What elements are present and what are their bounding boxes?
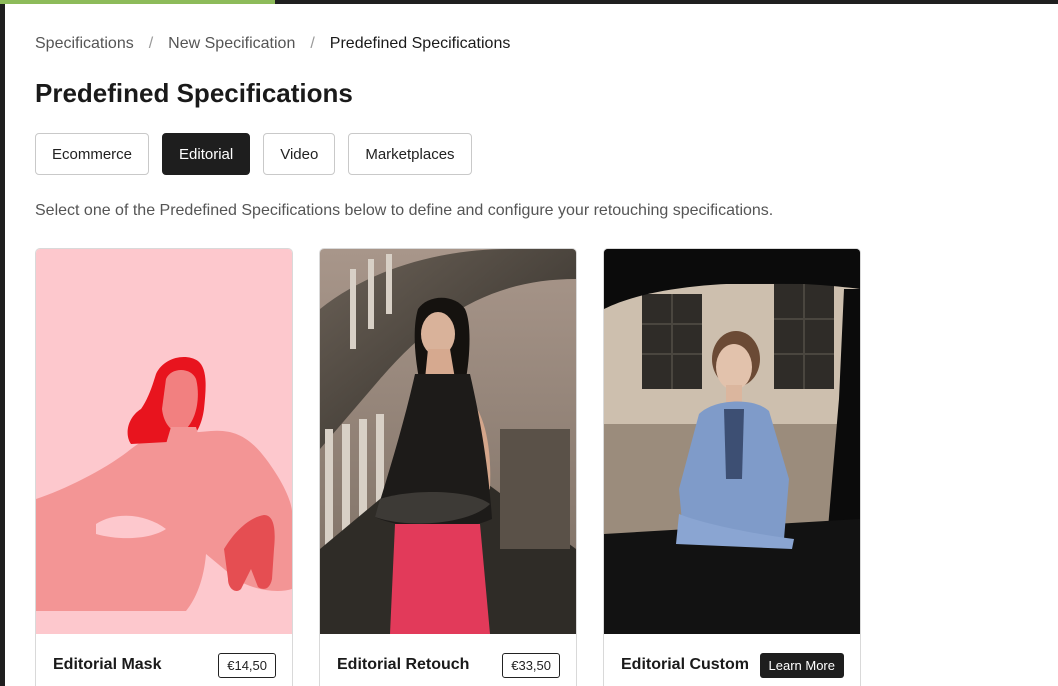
- breadcrumb-separator: /: [148, 35, 154, 52]
- spec-card-editorial-mask[interactable]: Editorial Mask €14,50: [35, 248, 293, 686]
- price-badge: €14,50: [218, 652, 276, 678]
- tab-video[interactable]: Video: [263, 133, 336, 175]
- card-title: Editorial Retouch: [337, 656, 470, 673]
- tab-editorial[interactable]: Editorial: [162, 133, 251, 175]
- category-tabs: Ecommerce Editorial Video Marketplaces: [35, 133, 472, 175]
- card-footer: Editorial Mask €14,50: [36, 635, 292, 686]
- card-title: Editorial Mask: [53, 656, 162, 673]
- breadcrumb-separator: /: [310, 35, 315, 52]
- editorial-custom-image: [604, 249, 860, 634]
- left-rail: [0, 0, 5, 686]
- top-progress-track: [0, 0, 1058, 4]
- learn-more-button[interactable]: Learn More: [759, 652, 844, 678]
- card-title: Editorial Custom: [621, 656, 750, 673]
- tab-ecommerce[interactable]: Ecommerce: [35, 133, 150, 175]
- top-progress-fill: [0, 0, 275, 4]
- tab-marketplaces[interactable]: Marketplaces: [348, 133, 472, 175]
- page-title: Predefined Specifications: [35, 78, 353, 108]
- spec-card-editorial-retouch[interactable]: Editorial Retouch €33,50: [319, 248, 577, 686]
- breadcrumb-specifications[interactable]: Specifications: [35, 35, 134, 53]
- breadcrumb-new-specification[interactable]: New Specification: [168, 35, 295, 53]
- breadcrumb-current: Predefined Specifications: [329, 35, 511, 52]
- price-badge: €33,50: [502, 652, 560, 678]
- editorial-mask-image: [36, 249, 292, 634]
- breadcrumb: Specifications / New Specification / Pre…: [35, 35, 510, 53]
- card-footer: Editorial Retouch €33,50: [320, 635, 576, 686]
- spec-card-list: Editorial Mask €14,50 Editorial Retouch …: [35, 248, 861, 686]
- editorial-retouch-image: [320, 249, 576, 634]
- spec-card-editorial-custom[interactable]: Editorial Custom Learn More: [603, 248, 861, 686]
- card-footer: Editorial Custom Learn More: [604, 635, 860, 686]
- intro-text: Select one of the Predefined Specificati…: [35, 202, 774, 219]
